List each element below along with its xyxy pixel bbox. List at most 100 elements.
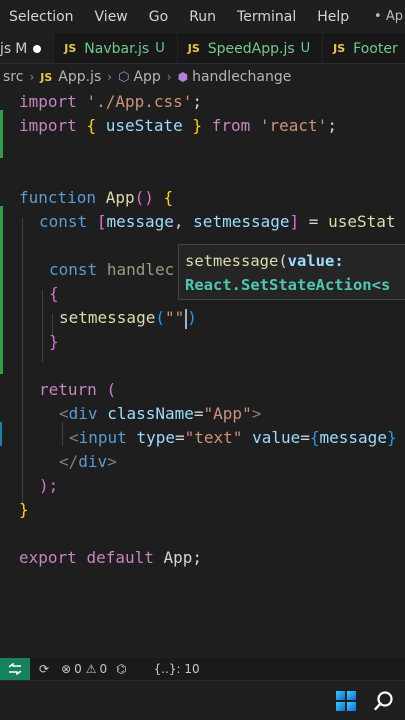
function-call: setmessage bbox=[59, 308, 156, 327]
operator: = bbox=[300, 428, 310, 447]
tooltip-function: setmessage bbox=[185, 252, 279, 270]
keyword: export bbox=[19, 548, 77, 567]
function-icon: ⬢ bbox=[177, 70, 189, 84]
signature-help-tooltip[interactable]: setmessage(value: React.SetStateAction<s bbox=[178, 244, 405, 300]
menu-go[interactable]: Go bbox=[140, 9, 168, 25]
code-line-16: ); bbox=[39, 474, 58, 498]
function-call: useStat bbox=[328, 212, 396, 231]
editor-tab-bar: js M JS Navbar.js U JS SpeedApp.js U JS … bbox=[0, 33, 405, 64]
breadcrumb-component[interactable]: App bbox=[133, 69, 160, 85]
tab-app-js[interactable]: js M bbox=[0, 33, 55, 63]
code-line-12: return ( bbox=[39, 378, 116, 402]
punctuation: { bbox=[163, 188, 174, 207]
jsx-attribute: type bbox=[136, 428, 175, 447]
tooltip-line-2: React.SetStateAction<s bbox=[185, 273, 405, 297]
error-icon: ⊗ bbox=[61, 662, 72, 676]
code-line-13: <div className="App"> bbox=[59, 402, 261, 426]
code-line-2: import { useState } from 'react'; bbox=[19, 114, 337, 138]
string-literal: 'react' bbox=[259, 116, 328, 135]
warning-count: 0 bbox=[99, 662, 108, 676]
broadcast-icon: ⌬ bbox=[116, 662, 127, 676]
menu-help[interactable]: Help bbox=[308, 9, 349, 25]
tab-label: SpeedApp.js bbox=[207, 40, 295, 57]
code-line-8: { bbox=[49, 282, 59, 306]
code-line-10: } bbox=[49, 330, 59, 354]
code-line-4: function App() { bbox=[19, 186, 173, 210]
sync-status[interactable]: ⟳ bbox=[39, 662, 52, 676]
windows-start-icon[interactable] bbox=[336, 691, 356, 711]
tag-bracket: > bbox=[251, 404, 262, 423]
breadcrumb-function[interactable]: handlechange bbox=[192, 69, 291, 85]
punctuation: ) bbox=[187, 308, 197, 327]
tag-bracket: < bbox=[69, 428, 79, 447]
punctuation: ( bbox=[155, 308, 165, 327]
punctuation: } bbox=[49, 332, 59, 351]
punctuation: } bbox=[19, 500, 29, 519]
code-line-9: setmessage("") bbox=[59, 306, 197, 330]
code-line-15: </div> bbox=[59, 450, 117, 474]
unsaved-dot-icon[interactable] bbox=[33, 44, 42, 53]
chevron-right-icon: › bbox=[107, 70, 113, 84]
window-title: • Ap bbox=[374, 9, 403, 24]
chevron-right-icon: › bbox=[29, 70, 35, 84]
js-file-icon: JS bbox=[187, 42, 200, 55]
breadcrumb-file[interactable]: App.js bbox=[58, 69, 101, 85]
operator: = bbox=[174, 428, 185, 447]
menu-view[interactable]: View bbox=[86, 9, 128, 25]
js-file-icon: js bbox=[0, 40, 12, 57]
breadcrumb-folder[interactable]: src bbox=[3, 69, 23, 85]
punctuation: , bbox=[173, 212, 184, 231]
punctuation: } bbox=[192, 116, 203, 135]
punctuation: ( bbox=[106, 380, 117, 399]
sync-icon: ⟳ bbox=[39, 662, 50, 676]
jsx-attribute: value bbox=[252, 428, 301, 447]
git-modified-marker bbox=[0, 422, 2, 446]
remote-indicator[interactable] bbox=[0, 658, 30, 680]
tab-label: Footer bbox=[353, 40, 398, 57]
tag-bracket: > bbox=[107, 452, 117, 471]
punctuation: { bbox=[49, 284, 59, 303]
identifier: message bbox=[319, 428, 387, 447]
tab-label: M bbox=[15, 40, 28, 57]
js-file-icon: JS bbox=[64, 42, 77, 55]
jsx-attribute: className bbox=[107, 404, 194, 423]
menu-run[interactable]: Run bbox=[180, 9, 216, 25]
menu-bar: Selection View Go Run Terminal Help • Ap bbox=[0, 0, 405, 33]
code-editor[interactable]: import './App.css'; import { useState } … bbox=[0, 90, 405, 658]
warning-icon: ⚠ bbox=[85, 662, 97, 676]
punctuation: ; bbox=[192, 92, 203, 111]
tab-label: Navbar.js bbox=[84, 40, 150, 57]
identifier: handlec bbox=[106, 260, 175, 279]
tag-bracket: < bbox=[59, 404, 69, 423]
ports-status[interactable]: ⌬ bbox=[116, 662, 129, 676]
problems-status[interactable]: ⊗ 0 ⚠ 0 bbox=[61, 662, 107, 676]
keyword: default bbox=[86, 548, 154, 567]
component-cube-icon: ⬡ bbox=[118, 69, 130, 85]
code-line-5: const [message, setmessage] = useStat bbox=[39, 210, 396, 234]
keyword: import bbox=[19, 92, 77, 111]
tab-navbar-js[interactable]: JS Navbar.js U bbox=[54, 33, 178, 63]
error-count: 0 bbox=[74, 662, 82, 676]
menu-terminal[interactable]: Terminal bbox=[228, 9, 296, 25]
tag-bracket: </ bbox=[59, 452, 79, 471]
menu-selection[interactable]: Selection bbox=[0, 9, 74, 25]
tab-footer-js[interactable]: JS Footer bbox=[323, 33, 405, 63]
function-name: App bbox=[105, 188, 135, 207]
tab-speedapp-js[interactable]: JS SpeedApp.js U bbox=[178, 33, 324, 63]
status-bar: ⟳ ⊗ 0 ⚠ 0 ⌬ {..}: 10 bbox=[0, 658, 405, 680]
js-file-icon: JS bbox=[40, 70, 53, 84]
search-icon[interactable] bbox=[373, 690, 395, 712]
punctuation: ; bbox=[192, 548, 203, 567]
punctuation: ); bbox=[39, 476, 59, 495]
language-status[interactable]: {..}: 10 bbox=[154, 662, 200, 676]
string-literal: './App.css' bbox=[86, 92, 193, 111]
remote-icon bbox=[8, 663, 22, 675]
keyword: const bbox=[39, 212, 88, 231]
indent-guide bbox=[42, 290, 43, 362]
jsx-tag: div bbox=[68, 404, 98, 423]
punctuation: { bbox=[86, 116, 97, 135]
untracked-badge: U bbox=[300, 41, 311, 56]
punctuation: } bbox=[386, 428, 397, 447]
identifier: message bbox=[106, 212, 174, 231]
operator: = bbox=[193, 404, 204, 423]
